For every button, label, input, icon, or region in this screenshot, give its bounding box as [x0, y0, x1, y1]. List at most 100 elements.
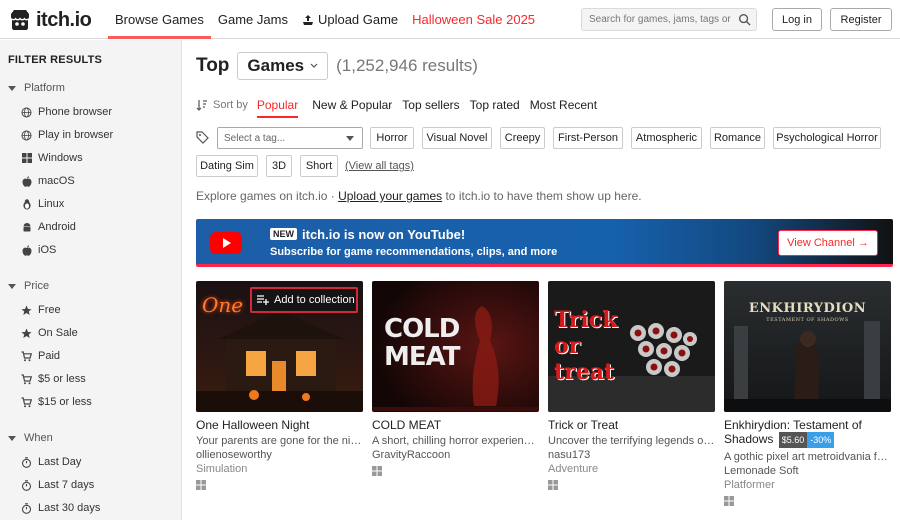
youtube-logo-icon [210, 232, 242, 254]
page-title: Top [196, 55, 230, 76]
game-cell: ENKHIRYDION TESTAMENT OF SHADOWS Enkhiry… [724, 281, 891, 509]
tag-dating-sim[interactable]: Dating Sim [196, 155, 258, 177]
filter-android[interactable]: Android [21, 221, 76, 233]
price-badge: $5.60 [778, 432, 808, 448]
game-author[interactable]: GravityRaccoon [372, 449, 539, 461]
sort-top-rated[interactable]: Top rated [470, 92, 520, 118]
game-cell: COLD MEAT COLD MEAT A short, chilling ho… [372, 281, 539, 479]
game-description: A short, chilling horror experience w... [372, 435, 539, 447]
game-thumbnail[interactable]: One Add to collection [196, 281, 363, 412]
top-header: itch.io Browse Games Game Jams Upload Ga… [0, 0, 900, 39]
filter-last-day[interactable]: Last Day [21, 456, 81, 468]
filter-play-in-browser[interactable]: Play in browser [21, 129, 113, 141]
filter-item-label: On Sale [38, 327, 78, 339]
view-channel-button[interactable]: View Channel → [778, 230, 878, 256]
tag-short[interactable]: Short [300, 155, 338, 177]
filter-last-7-days[interactable]: Last 7 days [21, 479, 94, 491]
search-box [581, 8, 757, 31]
tag-select[interactable]: Select a tag... [217, 127, 363, 149]
login-button[interactable]: Log in [772, 8, 822, 31]
game-title[interactable]: COLD MEAT [372, 418, 539, 432]
game-cell: One Add to collection One Halloween Nigh… [196, 281, 363, 493]
nav-browse-games[interactable]: Browse Games [108, 0, 211, 39]
windows-icon [196, 480, 206, 490]
search-input[interactable] [582, 9, 732, 30]
add-to-collection-button[interactable]: Add to collection [250, 287, 358, 313]
filter-group-label: Platform [24, 82, 65, 94]
filter-sidebar: FILTER RESULTS Platform Phone browser Pl… [0, 40, 182, 520]
filter-item-label: Phone browser [38, 106, 112, 118]
tag-3d[interactable]: 3D [266, 155, 292, 177]
game-title[interactable]: One Halloween Night [196, 418, 363, 432]
tag-psychological-horror[interactable]: Psychological Horror [773, 127, 881, 149]
new-badge: NEW [270, 228, 297, 240]
filter-group-platform[interactable]: Platform [8, 82, 65, 94]
stopwatch-icon [21, 479, 32, 491]
tag-visual-novel[interactable]: Visual Novel [422, 127, 492, 149]
category-select[interactable]: Games [237, 52, 329, 80]
nav-game-jams[interactable]: Game Jams [211, 0, 295, 39]
filter-group-when[interactable]: When [8, 432, 53, 444]
sort-new-popular[interactable]: New & Popular [312, 92, 392, 118]
itchio-logo-icon [11, 10, 29, 30]
thumb-title-text: COLD MEAT [384, 314, 460, 372]
sort-top-sellers[interactable]: Top sellers [402, 92, 459, 118]
tag-atmospheric[interactable]: Atmospheric [631, 127, 702, 149]
game-title[interactable]: Enkhirydion: Testament of Shadows $5.60-… [724, 418, 891, 448]
view-all-tags-link[interactable]: (View all tags) [345, 160, 414, 172]
game-title[interactable]: Trick or Treat [548, 418, 715, 432]
tag-horror[interactable]: Horror [370, 127, 414, 149]
filter-15-or-less[interactable]: $15 or less [21, 396, 92, 408]
filter-last-30-days[interactable]: Last 30 days [21, 502, 100, 514]
category-select-value: Games [247, 56, 305, 75]
caret-down-icon [8, 283, 16, 289]
filter-on-sale[interactable]: On Sale [21, 327, 78, 339]
stopwatch-icon [21, 456, 32, 468]
search-icon[interactable] [738, 13, 751, 26]
filter-free[interactable]: Free [21, 304, 61, 316]
game-author[interactable]: ollienoseworthy [196, 449, 363, 461]
upload-games-link[interactable]: Upload your games [338, 189, 442, 203]
filter-item-label: Linux [38, 198, 65, 210]
filter-item-label: Play in browser [38, 129, 114, 141]
filter-macos[interactable]: macOS [21, 175, 75, 187]
linux-icon [21, 198, 32, 210]
nav-upload-game[interactable]: Upload Game [295, 0, 405, 39]
sort-popular[interactable]: Popular [256, 92, 299, 118]
sort-label-text: Sort by [213, 99, 248, 111]
filter-ios[interactable]: iOS [21, 244, 56, 256]
game-thumbnail[interactable]: COLD MEAT [372, 281, 539, 412]
tag-romance[interactable]: Romance [710, 127, 765, 149]
filter-item-label: Paid [38, 350, 61, 362]
itchio-logo[interactable]: itch.io [8, 6, 92, 34]
youtube-banner[interactable]: NEW itch.io is now on YouTube! Subscribe… [196, 219, 893, 267]
game-thumbnail[interactable]: ENKHIRYDION TESTAMENT OF SHADOWS [724, 281, 891, 412]
thumb-subtitle-text: TESTAMENT OF SHADOWS [766, 317, 849, 323]
game-thumbnail[interactable]: Trick or treat [548, 281, 715, 412]
nav-halloween-sale[interactable]: Halloween Sale 2025 [405, 0, 542, 39]
register-button[interactable]: Register [830, 8, 892, 31]
caret-down-icon [8, 85, 16, 91]
tag-creepy[interactable]: Creepy [500, 127, 545, 149]
game-author[interactable]: Lemonade Soft [724, 465, 891, 477]
filter-group-label: When [24, 432, 53, 444]
filter-group-price[interactable]: Price [8, 280, 49, 292]
filter-windows[interactable]: Windows [21, 152, 83, 164]
filter-paid[interactable]: Paid [21, 350, 60, 362]
apple-icon [21, 244, 32, 256]
game-genre: Platformer [724, 479, 775, 491]
tag-first-person[interactable]: First-Person [553, 127, 623, 149]
filter-phone-browser[interactable]: Phone browser [21, 106, 112, 118]
game-genre: Simulation [196, 463, 248, 475]
sort-most-recent[interactable]: Most Recent [530, 92, 597, 118]
thumb-title-text: ENKHIRYDION [748, 301, 867, 316]
nav-game-jams-label: Game Jams [217, 12, 288, 27]
main-nav: Browse Games Game Jams Upload Game Hallo… [108, 0, 542, 39]
game-description: Your parents are gone for the night... [196, 435, 363, 447]
filter-linux[interactable]: Linux [21, 198, 64, 210]
filter-5-or-less[interactable]: $5 or less [21, 373, 86, 385]
game-author[interactable]: nasu173 [548, 449, 715, 461]
game-description: A gothic pixel art metroidvania forg... [724, 451, 891, 463]
cart-icon [21, 396, 32, 408]
chevron-down-icon [310, 63, 318, 68]
